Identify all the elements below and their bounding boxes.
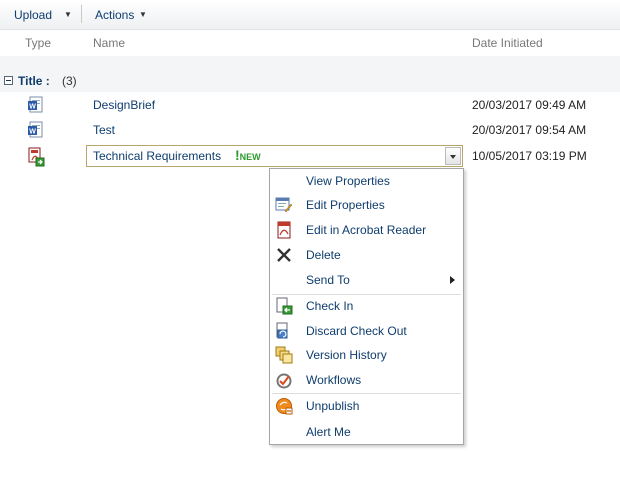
- column-header-date[interactable]: Date Initiated: [472, 36, 543, 50]
- menu-item-label: Unpublish: [306, 399, 360, 413]
- word-doc-icon[interactable]: W: [27, 96, 43, 114]
- menu-item-label: Version History: [306, 348, 387, 362]
- toolbar: Upload ▼ Actions ▼: [0, 0, 620, 30]
- upload-dropdown-icon[interactable]: ▼: [64, 0, 72, 30]
- submenu-arrow-icon: [450, 276, 455, 284]
- selected-item-box: Technical Requirements !NEW: [86, 145, 463, 167]
- menu-item-alert-me[interactable]: Alert Me: [270, 420, 463, 444]
- menu-item-label: Workflows: [306, 373, 362, 387]
- actions-dropdown-icon[interactable]: ▼: [139, 0, 147, 30]
- menu-item-discard-check-out[interactable]: Discard Check Out: [270, 319, 463, 343]
- item-context-menu: View Properties Edit Properties Edit in …: [269, 168, 464, 445]
- group-count: (3): [62, 74, 77, 88]
- menu-item-workflows[interactable]: Workflows: [270, 368, 463, 392]
- document-link[interactable]: DesignBrief: [93, 98, 155, 112]
- new-badge-text: NEW: [239, 152, 261, 162]
- menu-item-label: Delete: [306, 248, 341, 262]
- workflows-icon: [275, 371, 293, 389]
- menu-item-label: Check In: [306, 299, 354, 313]
- document-link[interactable]: Test: [93, 123, 115, 137]
- column-header-row: Type Name Date Initiated: [0, 30, 620, 56]
- delete-x-icon: [275, 246, 293, 264]
- menu-item-edit-properties[interactable]: Edit Properties: [270, 193, 463, 217]
- menu-item-label: Discard Check Out: [306, 324, 407, 338]
- actions-button[interactable]: Actions: [95, 0, 134, 30]
- menu-item-send-to[interactable]: Send To: [270, 268, 463, 292]
- menu-item-label: Edit Properties: [306, 198, 385, 212]
- edit-properties-icon: [275, 196, 293, 214]
- word-doc-icon[interactable]: W: [27, 121, 43, 139]
- unpublish-icon: [275, 397, 293, 415]
- group-label[interactable]: Title :: [18, 74, 50, 88]
- toolbar-separator: [81, 5, 82, 23]
- upload-button[interactable]: Upload: [14, 0, 52, 30]
- menu-item-label: Send To: [306, 273, 350, 287]
- menu-item-delete[interactable]: Delete: [270, 243, 463, 267]
- column-header-type[interactable]: Type: [25, 36, 51, 50]
- date-initiated: 20/03/2017 09:54 AM: [472, 123, 587, 137]
- menu-item-check-in[interactable]: Check In: [270, 294, 463, 318]
- svg-text:W: W: [29, 129, 36, 136]
- date-initiated: 20/03/2017 09:49 AM: [472, 98, 587, 112]
- menu-item-view-properties[interactable]: View Properties: [270, 169, 463, 193]
- pdf-icon: [275, 221, 293, 239]
- table-row: W Test 20/03/2017 09:54 AM: [0, 119, 620, 143]
- check-in-icon: [275, 297, 293, 315]
- document-link[interactable]: Technical Requirements: [93, 149, 221, 163]
- collapse-toggle-icon[interactable]: [4, 76, 13, 85]
- menu-item-edit-in-acrobat[interactable]: Edit in Acrobat Reader: [270, 218, 463, 242]
- item-menu-dropdown-button[interactable]: [445, 147, 461, 165]
- menu-item-version-history[interactable]: Version History: [270, 343, 463, 367]
- table-row: W DesignBrief 20/03/2017 09:49 AM: [0, 94, 620, 118]
- svg-text:W: W: [29, 104, 36, 111]
- menu-item-label: View Properties: [306, 174, 390, 188]
- pdf-checked-out-icon[interactable]: [27, 147, 45, 167]
- menu-item-unpublish[interactable]: Unpublish: [270, 394, 463, 418]
- discard-checkout-icon: [275, 322, 293, 340]
- column-header-name[interactable]: Name: [93, 36, 125, 50]
- group-band: [0, 56, 620, 92]
- version-history-icon: [275, 346, 293, 364]
- menu-item-label: Edit in Acrobat Reader: [306, 223, 427, 237]
- new-badge: !NEW: [235, 147, 261, 163]
- date-initiated: 10/05/2017 03:19 PM: [472, 149, 587, 163]
- menu-item-label: Alert Me: [306, 425, 351, 439]
